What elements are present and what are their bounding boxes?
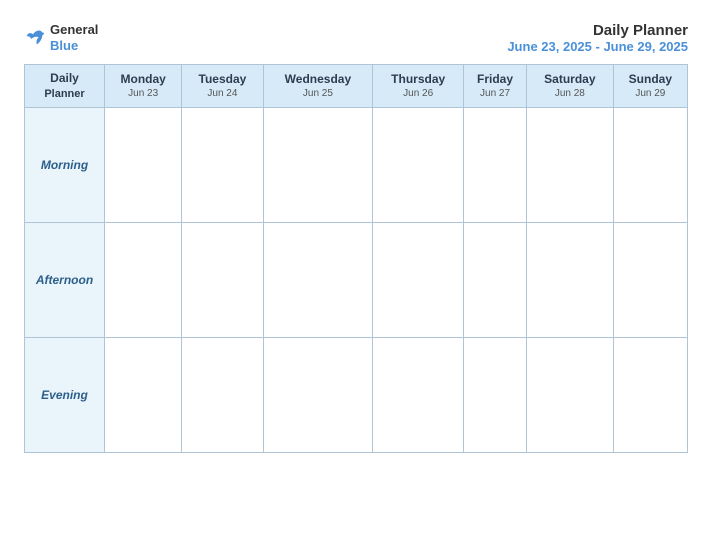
col-wednesday: Wednesday Jun 25 (263, 65, 373, 108)
row-label-afternoon: Afternoon (25, 223, 105, 338)
table-header-row: Daily Planner Monday Jun 23 Tuesday Jun … (25, 65, 688, 108)
cell-morning-saturday[interactable] (527, 108, 614, 223)
col-tuesday: Tuesday Jun 24 (182, 65, 263, 108)
cell-afternoon-wednesday[interactable] (263, 223, 373, 338)
logo-bird-icon (24, 27, 46, 49)
cell-evening-thursday[interactable] (373, 338, 464, 453)
cell-morning-friday[interactable] (464, 108, 527, 223)
header: GeneralBlue Daily Planner June 23, 2025 … (24, 22, 688, 54)
cell-afternoon-thursday[interactable] (373, 223, 464, 338)
cell-afternoon-friday[interactable] (464, 223, 527, 338)
cell-afternoon-tuesday[interactable] (182, 223, 263, 338)
row-evening: Evening (25, 338, 688, 453)
planner-title: Daily Planner (507, 22, 688, 39)
cell-morning-tuesday[interactable] (182, 108, 263, 223)
cell-afternoon-saturday[interactable] (527, 223, 614, 338)
planner-table: Daily Planner Monday Jun 23 Tuesday Jun … (24, 64, 688, 453)
cell-evening-wednesday[interactable] (263, 338, 373, 453)
row-afternoon: Afternoon (25, 223, 688, 338)
col-friday: Friday Jun 27 (464, 65, 527, 108)
col-saturday: Saturday Jun 28 (527, 65, 614, 108)
row-morning: Morning (25, 108, 688, 223)
cell-evening-tuesday[interactable] (182, 338, 263, 453)
cell-morning-monday[interactable] (105, 108, 182, 223)
planner-date-range: June 23, 2025 - June 29, 2025 (507, 39, 688, 54)
cell-morning-sunday[interactable] (613, 108, 687, 223)
row-label-morning: Morning (25, 108, 105, 223)
page: GeneralBlue Daily Planner June 23, 2025 … (10, 10, 702, 540)
row-label-evening: Evening (25, 338, 105, 453)
col-monday: Monday Jun 23 (105, 65, 182, 108)
table-label-header: Daily Planner (25, 65, 105, 108)
cell-afternoon-monday[interactable] (105, 223, 182, 338)
cell-morning-wednesday[interactable] (263, 108, 373, 223)
title-area: Daily Planner June 23, 2025 - June 29, 2… (507, 22, 688, 54)
col-sunday: Sunday Jun 29 (613, 65, 687, 108)
col-thursday: Thursday Jun 26 (373, 65, 464, 108)
cell-evening-monday[interactable] (105, 338, 182, 453)
cell-afternoon-sunday[interactable] (613, 223, 687, 338)
cell-evening-sunday[interactable] (613, 338, 687, 453)
cell-evening-saturday[interactable] (527, 338, 614, 453)
cell-morning-thursday[interactable] (373, 108, 464, 223)
logo-text: GeneralBlue (50, 22, 98, 53)
cell-evening-friday[interactable] (464, 338, 527, 453)
logo-area: GeneralBlue (24, 22, 98, 53)
